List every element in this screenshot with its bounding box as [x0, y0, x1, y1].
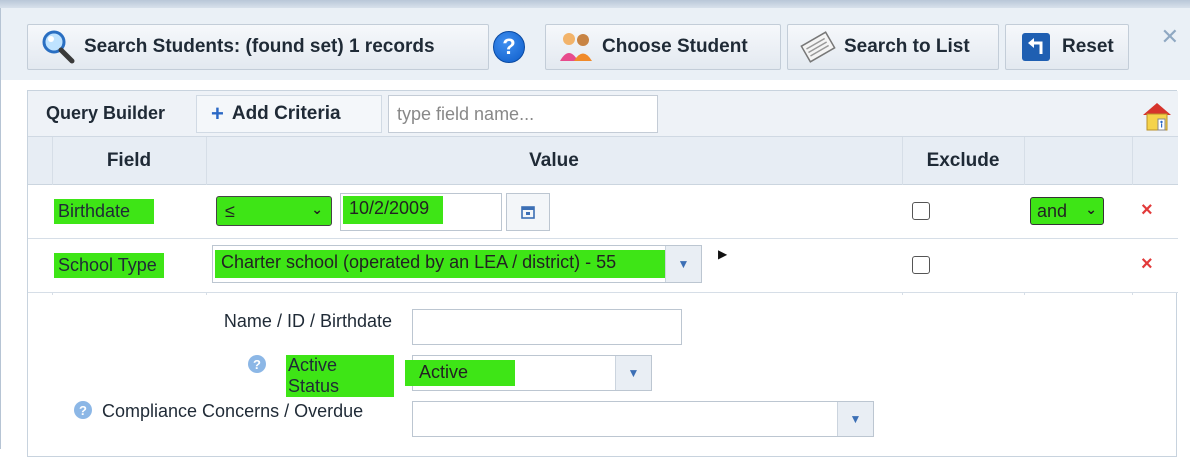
- help-icon: ?: [493, 31, 525, 63]
- conjunction-value: and: [1037, 200, 1068, 221]
- chevron-down-icon: ⌄: [1085, 201, 1097, 217]
- criteria-grid-header: Field Value Exclude: [28, 137, 1178, 185]
- add-criteria-label: Add Criteria: [231, 103, 341, 124]
- criteria-row: School Type Charter school (operated by …: [28, 239, 1178, 293]
- combo-dropdown-button[interactable]: ▼: [665, 246, 701, 282]
- help-icon: ?: [248, 355, 266, 373]
- operator-select[interactable]: ≤ ⌄: [216, 196, 332, 226]
- toolbar: Search Students: (found set) 1 records ?…: [1, 24, 1190, 70]
- active-status-help[interactable]: ?: [248, 355, 266, 373]
- reset-button[interactable]: Reset: [1005, 24, 1129, 70]
- criteria-field-name: School Type: [54, 253, 164, 278]
- active-status-label: Active Status: [286, 355, 394, 397]
- query-builder-title: Query Builder: [46, 103, 166, 123]
- compliance-help[interactable]: ?: [74, 401, 92, 419]
- criteria-row: Birthdate ≤ ⌄ 10/2/2009 and ⌄ ×: [28, 185, 1178, 239]
- header-value: Value: [529, 149, 579, 171]
- magnifier-icon: [40, 29, 76, 65]
- undo-arrow-icon: [1018, 29, 1054, 65]
- choose-student-label: Choose Student: [602, 36, 748, 57]
- birthdate-value-input[interactable]: 10/2/2009: [340, 193, 502, 231]
- help-icon: ?: [74, 401, 92, 419]
- search-to-list-button[interactable]: Search to List: [787, 24, 999, 70]
- search-students-button[interactable]: Search Students: (found set) 1 records ?: [27, 24, 525, 70]
- calendar-button[interactable]: [506, 193, 550, 231]
- exclude-checkbox[interactable]: [912, 202, 930, 220]
- remove-criteria-button[interactable]: ×: [1141, 253, 1153, 276]
- dialog-header: Search Students: (found set) 1 records ?…: [1, 8, 1190, 80]
- school-type-value: Charter school (operated by an LEA / dis…: [215, 250, 665, 278]
- compliance-label: Compliance Concerns / Overdue: [102, 401, 364, 421]
- field-name-search-input[interactable]: [388, 95, 658, 133]
- header-field: Field: [106, 149, 152, 171]
- reset-label: Reset: [1062, 36, 1114, 57]
- name-id-birthdate-label: Name / ID / Birthdate: [223, 311, 392, 331]
- active-status-combobox[interactable]: Active ▼: [405, 355, 652, 391]
- name-id-birthdate-input[interactable]: [412, 309, 682, 345]
- query-builder-panel: Query Builder + Add Criteria Field Value…: [27, 90, 1178, 457]
- people-icon: [558, 29, 594, 65]
- list-icon: [800, 29, 836, 65]
- combo-dropdown-button[interactable]: ▼: [837, 402, 873, 436]
- criteria-field-name: Birthdate: [54, 199, 154, 224]
- caret-right-icon: ▶: [718, 247, 728, 261]
- compliance-combobox[interactable]: ▼: [412, 401, 874, 437]
- remove-criteria-button[interactable]: ×: [1141, 199, 1153, 222]
- search-to-list-label: Search to List: [844, 36, 970, 57]
- conjunction-select[interactable]: and ⌄: [1030, 197, 1104, 225]
- birthdate-value: 10/2/2009: [343, 196, 443, 224]
- chevron-down-icon: ⌄: [311, 201, 323, 217]
- close-icon[interactable]: ✕: [1161, 24, 1179, 50]
- search-students-label: Search Students: (found set) 1 records: [84, 36, 435, 57]
- plus-icon: +: [211, 101, 224, 126]
- header-exclude: Exclude: [926, 149, 1000, 171]
- home-icon[interactable]: [1140, 99, 1174, 133]
- search-students-dialog: Search Students: (found set) 1 records ?…: [0, 8, 1190, 457]
- combo-dropdown-button[interactable]: ▼: [615, 356, 651, 390]
- help-button[interactable]: ?: [493, 31, 525, 63]
- add-criteria-button[interactable]: + Add Criteria: [196, 95, 382, 133]
- operator-value: ≤: [225, 200, 235, 221]
- active-status-value: Active: [405, 360, 515, 386]
- exclude-checkbox[interactable]: [912, 256, 930, 274]
- choose-student-button[interactable]: Choose Student: [545, 24, 781, 70]
- calendar-icon: [521, 206, 535, 219]
- school-type-combobox[interactable]: Charter school (operated by an LEA / dis…: [212, 245, 702, 283]
- query-builder-bar: Query Builder + Add Criteria: [28, 91, 1178, 137]
